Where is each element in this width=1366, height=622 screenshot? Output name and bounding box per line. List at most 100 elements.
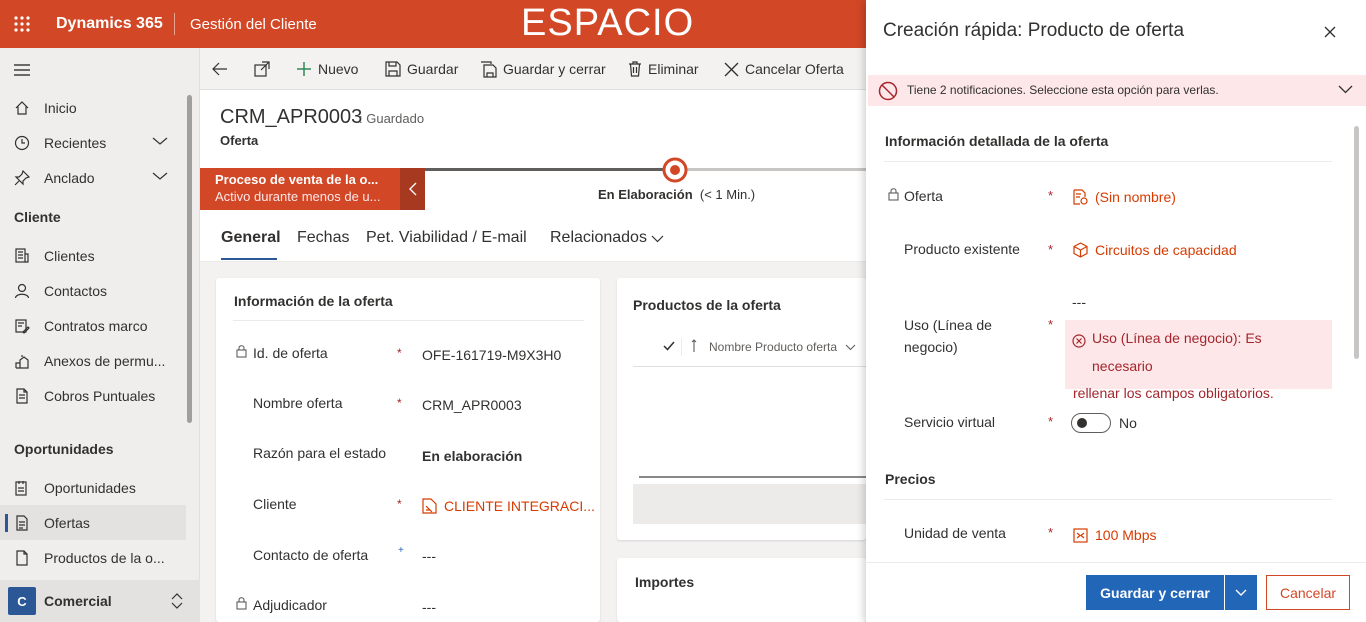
- save-options-dropdown[interactable]: [1225, 575, 1257, 610]
- save-and-close-button[interactable]: Guardar y cerrar: [1086, 575, 1224, 610]
- sidebar-item-pinned[interactable]: Anclado: [0, 160, 186, 195]
- sitemap-sidebar: Inicio Recientes Anclado Cliente Cliente…: [0, 48, 200, 622]
- cancel-offer-button[interactable]: Cancelar Oferta: [724, 48, 844, 90]
- required-marker: *: [1048, 414, 1054, 429]
- recommended-marker: +: [398, 545, 404, 556]
- notification-text: Tiene 2 notificaciones. Seleccione esta …: [907, 83, 1219, 97]
- checkmark-icon[interactable]: [663, 341, 675, 351]
- account-lookup-icon: [422, 498, 437, 514]
- bpf-active-stage-marker[interactable]: [662, 157, 688, 183]
- sidebar-item-contratos[interactable]: Contratos marco: [0, 308, 186, 343]
- virtual-service-toggle[interactable]: [1071, 413, 1111, 433]
- back-button[interactable]: [212, 48, 234, 90]
- form-tab-list: General Fechas Pet. Viabilidad / E-mail …: [200, 210, 866, 262]
- field-value-offer-contact[interactable]: ---: [422, 548, 436, 564]
- trash-icon: [628, 61, 648, 77]
- sidebar-item-recent[interactable]: Recientes: [0, 125, 186, 160]
- chevron-down-icon[interactable]: [152, 136, 168, 146]
- grid-column-header[interactable]: Nombre Producto oferta: [709, 340, 837, 354]
- grid-scrollbar[interactable]: [639, 476, 866, 478]
- sidebar-scrollbar[interactable]: [187, 95, 192, 423]
- field-value-offer-name[interactable]: CRM_APR0003: [422, 397, 522, 413]
- app-name[interactable]: Dynamics 365: [56, 15, 163, 33]
- sidebar-item-label: Anexos de permu...: [44, 352, 166, 369]
- required-marker: *: [1048, 525, 1054, 540]
- field-value-sales-unit[interactable]: 100 Mbps: [1073, 527, 1156, 543]
- bpf-active-stage-label[interactable]: En Elaboración (< 1 Min.): [598, 187, 755, 202]
- field-label-usage-1: Uso (Línea de: [904, 317, 992, 333]
- notification-bar[interactable]: Tiene 2 notificaciones. Seleccione esta …: [868, 75, 1366, 106]
- sidebar-item-label: Anclado: [44, 169, 95, 186]
- app-area-name[interactable]: Gestión del Cliente: [190, 16, 317, 33]
- sidebar-item-ofertas[interactable]: Ofertas: [0, 505, 186, 540]
- sidebar-item-label: Cobros Puntuales: [44, 387, 156, 404]
- field-label-offer-name: Nombre oferta: [253, 395, 343, 411]
- plus-icon: [296, 61, 318, 77]
- contract-icon: [0, 318, 44, 334]
- sidebar-item-home[interactable]: Inicio: [0, 90, 186, 125]
- section-title: Información detallada de la oferta: [885, 133, 1109, 149]
- section-offer-info: Información de la oferta Id. de oferta *…: [216, 278, 600, 622]
- app-launcher-icon[interactable]: [13, 15, 31, 33]
- field-error-message: Uso (Línea de negocio): Es necesario rel…: [1065, 320, 1332, 401]
- product-cube-icon: [1073, 242, 1095, 258]
- pin-icon: [0, 169, 44, 186]
- popout-button[interactable]: [254, 48, 276, 90]
- save-close-button[interactable]: Guardar y cerrar: [480, 48, 606, 90]
- section-amounts: Importes: [617, 558, 866, 622]
- tab-general[interactable]: General: [221, 229, 281, 247]
- chevron-down-icon[interactable]: [651, 235, 664, 243]
- field-value-offer-text: (Sin nombre): [1095, 189, 1176, 205]
- sidebar-item-label: Contratos marco: [44, 317, 148, 334]
- hamburger-icon[interactable]: [0, 63, 44, 76]
- sidebar-item-productos-oferta[interactable]: Productos de la o...: [0, 540, 186, 575]
- chevron-down-icon[interactable]: [845, 344, 856, 351]
- field-value-sales-unit-text: 100 Mbps: [1095, 527, 1157, 543]
- error-text-line-1: Uso (Línea de negocio): Es necesario: [1092, 330, 1262, 374]
- chevron-down-icon[interactable]: [152, 171, 168, 181]
- chevron-down-icon[interactable]: [1338, 85, 1353, 94]
- delete-button-label: Eliminar: [648, 61, 699, 77]
- bpf-collapse-button[interactable]: [400, 168, 425, 210]
- toggle-state-label: No: [1119, 415, 1137, 431]
- toggle-knob: [1077, 418, 1087, 428]
- save-button[interactable]: Guardar: [385, 48, 458, 90]
- close-icon[interactable]: [1324, 26, 1336, 38]
- field-value-existing-product[interactable]: Circuitos de capacidad: [1073, 242, 1237, 258]
- new-button[interactable]: Nuevo: [296, 48, 358, 90]
- section-title: Importes: [635, 574, 695, 590]
- tab-fechas[interactable]: Fechas: [297, 229, 349, 247]
- required-marker: *: [397, 497, 402, 511]
- chevron-up-down-icon[interactable]: [170, 593, 184, 609]
- field-value-status-reason[interactable]: En elaboración: [422, 448, 522, 464]
- panel-scrollbar[interactable]: [1354, 126, 1359, 359]
- tab-relacionados[interactable]: Relacionados: [550, 229, 647, 247]
- sort-arrow-icon[interactable]: [691, 339, 697, 353]
- chevron-left-icon: [408, 182, 417, 196]
- delete-button[interactable]: Eliminar: [628, 48, 699, 90]
- sidebar-item-label: Oportunidades: [44, 479, 136, 496]
- field-label-virtual-service: Servicio virtual: [904, 414, 996, 430]
- required-marker: *: [397, 346, 402, 360]
- sidebar-item-clientes[interactable]: Clientes: [0, 238, 186, 273]
- area-switcher[interactable]: C Comercial: [0, 580, 200, 622]
- bpf-process-flyout[interactable]: Proceso de venta de la o... Activo duran…: [200, 168, 425, 210]
- sidebar-item-cobros[interactable]: Cobros Puntuales: [0, 378, 186, 413]
- top-navigation-bar: Dynamics 365 Gestión del Cliente ESPACIO…: [0, 0, 866, 87]
- sidebar-item-contactos[interactable]: Contactos: [0, 273, 186, 308]
- cancel-button[interactable]: Cancelar: [1266, 575, 1350, 610]
- field-value-usage[interactable]: ---: [1072, 294, 1086, 310]
- sidebar-item-label: Clientes: [44, 247, 95, 264]
- annex-icon: [0, 353, 44, 369]
- lock-icon: [236, 344, 247, 358]
- field-value-offer[interactable]: (Sin nombre): [1073, 189, 1176, 205]
- tab-viabilidad[interactable]: Pet. Viabilidad / E-mail: [366, 229, 527, 247]
- sidebar-hamburger[interactable]: [0, 52, 186, 87]
- field-value-customer[interactable]: CLIENTE INTEGRACI...: [444, 498, 595, 514]
- section-offer-products: Productos de la oferta Nombre Producto o…: [617, 278, 866, 540]
- sidebar-item-oportunidades[interactable]: Oportunidades: [0, 470, 186, 505]
- sidebar-item-anexos[interactable]: Anexos de permu...: [0, 343, 186, 378]
- field-value-offer-id: OFE-161719-M9X3H0: [422, 347, 562, 363]
- record-save-status: : Guardado: [359, 111, 425, 126]
- sidebar-group-title: Cliente: [14, 209, 61, 225]
